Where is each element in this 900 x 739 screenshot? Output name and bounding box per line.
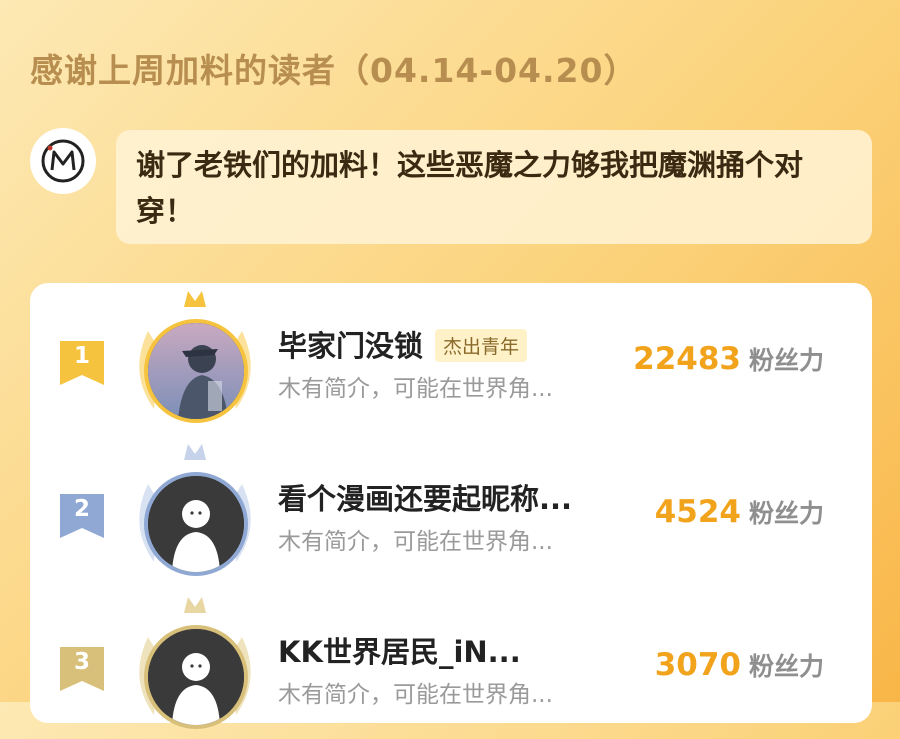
author-logo-icon	[41, 139, 85, 183]
avatar-user-photo-icon	[148, 323, 244, 419]
user-name[interactable]: 看个漫画还要起昵称...	[278, 476, 572, 518]
fans-unit: 粉丝力	[748, 346, 824, 375]
user-name-text: KK世界居民_iN...	[278, 635, 521, 669]
rank-badge: 1	[60, 341, 104, 389]
author-message: 谢了老铁们的加料！这些恶魔之力够我把魔渊捅个对穿！	[136, 148, 804, 228]
author-avatar[interactable]	[30, 128, 96, 194]
avatar[interactable]	[148, 629, 244, 725]
page-title: 感谢上周加料的读者（04.14-04.20）	[30, 51, 638, 90]
default-avatar-icon	[148, 476, 244, 572]
fans-count: 3070	[654, 647, 741, 683]
fans-power: 3070 粉丝力	[655, 647, 824, 683]
author-message-bubble: 谢了老铁们的加料！这些恶魔之力够我把魔渊捅个对穿！	[116, 130, 872, 244]
default-avatar-icon	[148, 629, 244, 725]
user-name[interactable]: 毕家门没锁 杰出青年	[278, 323, 528, 365]
fans-count: 22483	[633, 341, 741, 377]
user-name-text: 毕家门没锁	[278, 329, 424, 363]
fans-power: 22483 粉丝力	[633, 341, 824, 377]
leaderboard-row[interactable]: 1 毕家门没锁 杰出青年 木有简介，可能在世界角... 22483 粉丝力	[30, 283, 872, 433]
avatar[interactable]	[148, 323, 244, 419]
fans-count: 4524	[654, 494, 741, 530]
user-bio: 木有简介，可能在世界角...	[278, 529, 553, 555]
rank-badge: 2	[60, 494, 104, 542]
rank-number: 2	[73, 496, 90, 522]
avatar[interactable]	[148, 476, 244, 572]
title-badge: 杰出青年	[435, 328, 528, 362]
fans-power: 4524 粉丝力	[655, 494, 824, 530]
user-bio: 木有简介，可能在世界角...	[278, 376, 553, 402]
rank-number: 1	[73, 343, 90, 369]
leaderboard-row[interactable]: 2 看个漫画还要起昵称... 木有简介，可能在世界角... 4524 粉丝力	[30, 436, 872, 586]
leaderboard-row[interactable]: 3 KK世界居民_iN... 木有简介，可能在世界角... 3070 粉丝力	[30, 589, 872, 739]
rank-badge: 3	[60, 647, 104, 695]
rank-number: 3	[73, 649, 90, 675]
leaderboard-card: 1 毕家门没锁 杰出青年 木有简介，可能在世界角... 22483 粉丝力 2 …	[30, 283, 872, 729]
user-bio: 木有简介，可能在世界角...	[278, 682, 553, 708]
fans-unit: 粉丝力	[748, 499, 824, 528]
fans-unit: 粉丝力	[748, 652, 824, 681]
user-name[interactable]: KK世界居民_iN...	[278, 629, 521, 671]
user-name-text: 看个漫画还要起昵称...	[278, 482, 573, 516]
